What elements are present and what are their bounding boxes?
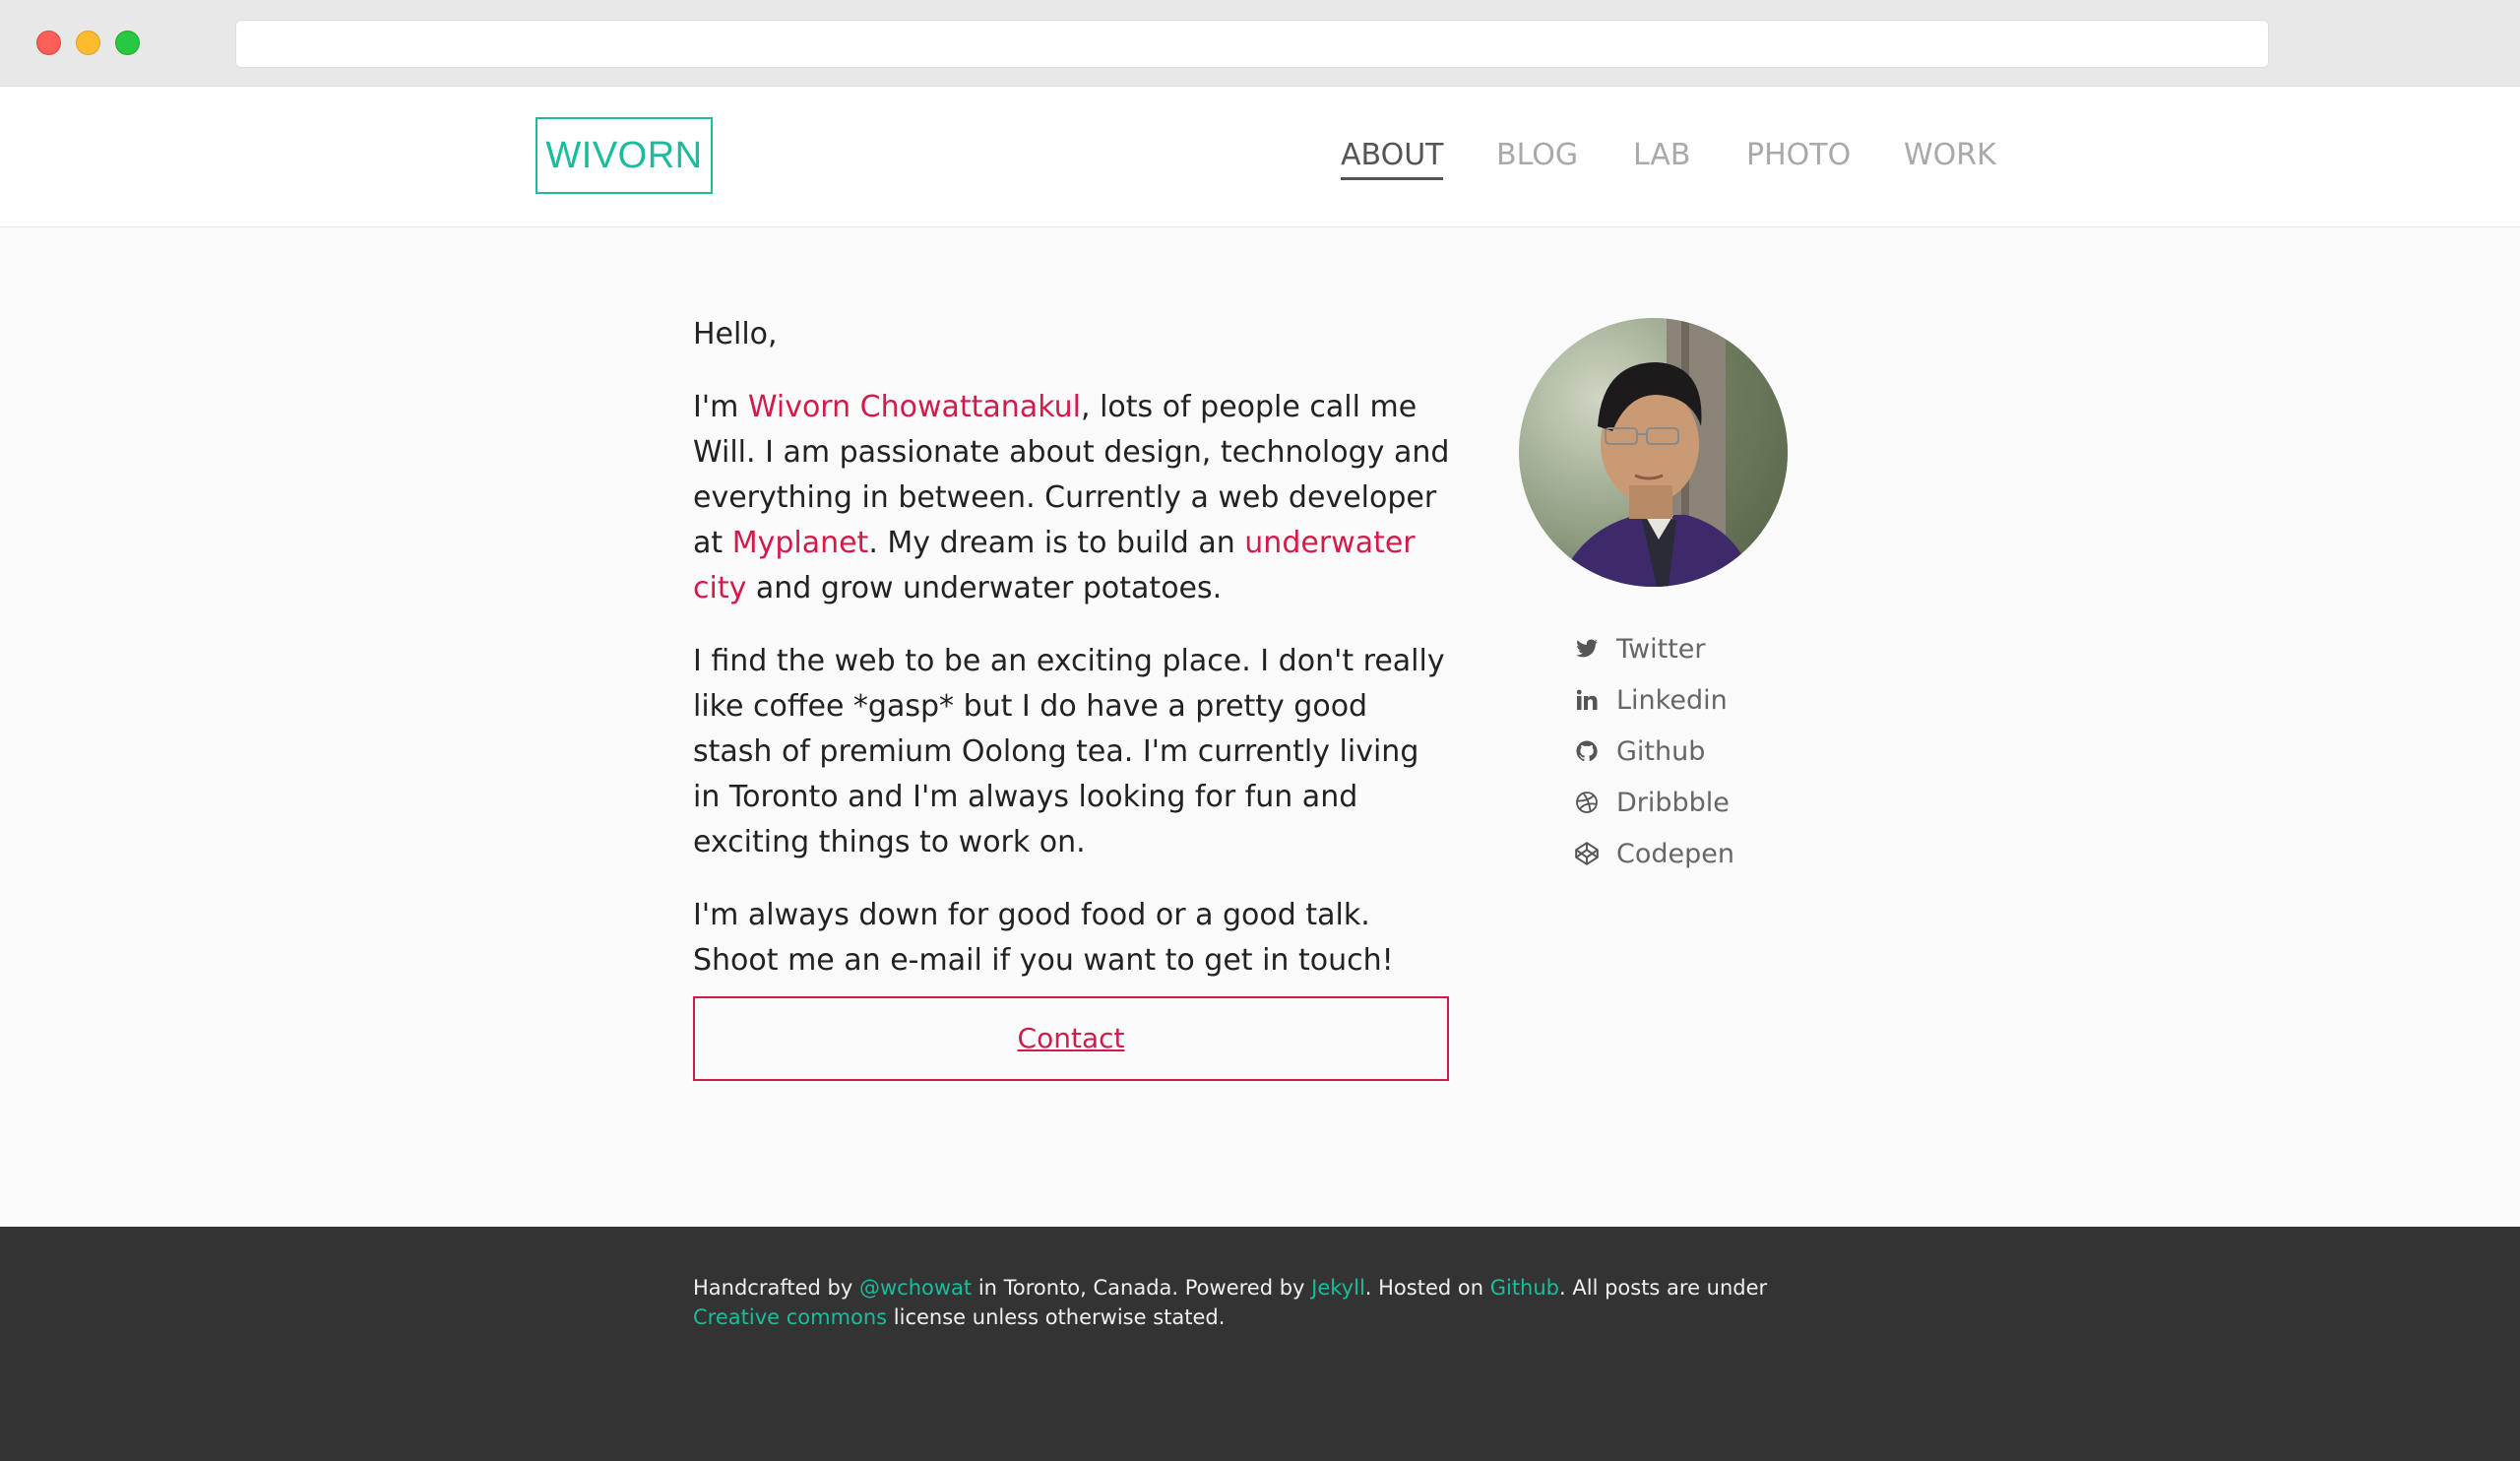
about-text: Hello, I'm Wivorn Chowattanakul, lots of…	[693, 312, 1451, 1011]
name-link[interactable]: Wivorn Chowattanakul	[748, 390, 1081, 424]
site-header: WIVORN ABOUT BLOG LAB PHOTO WORK	[0, 87, 2520, 227]
footer-segment: . All posts are under	[1559, 1276, 1768, 1300]
intro-text: and grow underwater potatoes.	[746, 571, 1223, 605]
linkedin-icon	[1573, 686, 1601, 714]
github-icon	[1573, 737, 1601, 765]
social-links: Twitter Linkedin Github Dribbble Codepen	[1573, 623, 1734, 879]
creative-commons-link[interactable]: Creative commons	[693, 1305, 887, 1329]
myplanet-link[interactable]: Myplanet	[732, 526, 869, 560]
intro-paragraph: I'm Wivorn Chowattanakul, lots of people…	[693, 385, 1451, 611]
social-github[interactable]: Github	[1573, 726, 1734, 777]
nav-blog[interactable]: BLOG	[1496, 138, 1578, 173]
main-content: Hello, I'm Wivorn Chowattanakul, lots of…	[0, 227, 2520, 1227]
nav-work[interactable]: WORK	[1904, 138, 1996, 173]
window-minimize-button[interactable]	[76, 31, 100, 55]
codepen-icon	[1573, 840, 1601, 867]
dribbble-icon	[1573, 789, 1601, 816]
avatar	[1519, 318, 1788, 587]
footer-text: Handcrafted by @wchowat in Toronto, Cana…	[693, 1273, 1845, 1332]
intro-text: I'm	[693, 390, 748, 424]
twitter-handle-link[interactable]: @wchowat	[859, 1276, 972, 1300]
footer-segment: in Toronto, Canada. Powered by	[972, 1276, 1312, 1300]
footer-segment: Handcrafted by	[693, 1276, 859, 1300]
window-close-button[interactable]	[36, 31, 61, 55]
social-label: Codepen	[1616, 838, 1734, 869]
twitter-icon	[1573, 635, 1601, 663]
social-label: Dribbble	[1616, 787, 1730, 818]
contact-button[interactable]: Contact	[693, 996, 1449, 1081]
intro-text: . My dream is to build an	[868, 526, 1245, 560]
window-maximize-button[interactable]	[115, 31, 140, 55]
contact-paragraph: I'm always down for good food or a good …	[693, 898, 1394, 978]
jekyll-link[interactable]: Jekyll	[1311, 1276, 1365, 1300]
social-linkedin[interactable]: Linkedin	[1573, 674, 1734, 726]
social-label: Twitter	[1616, 633, 1706, 665]
social-dribbble[interactable]: Dribbble	[1573, 777, 1734, 828]
web-paragraph: I find the web to be an exciting place. …	[693, 644, 1445, 859]
greeting: Hello,	[693, 317, 778, 351]
browser-chrome	[0, 0, 2520, 87]
footer-segment: . Hosted on	[1364, 1276, 1490, 1300]
social-label: Linkedin	[1616, 684, 1728, 716]
site-footer: Handcrafted by @wchowat in Toronto, Cana…	[0, 1227, 2520, 1461]
site-logo[interactable]: WIVORN	[536, 117, 713, 194]
nav-lab[interactable]: LAB	[1633, 138, 1691, 173]
address-bar[interactable]	[235, 20, 2269, 68]
social-label: Github	[1616, 735, 1706, 767]
social-twitter[interactable]: Twitter	[1573, 623, 1734, 674]
footer-segment: license unless otherwise stated.	[887, 1305, 1226, 1329]
nav-about[interactable]: ABOUT	[1341, 138, 1444, 180]
social-codepen[interactable]: Codepen	[1573, 828, 1734, 879]
avatar-photo	[1519, 318, 1788, 587]
nav-photo[interactable]: PHOTO	[1746, 138, 1851, 173]
github-link[interactable]: Github	[1490, 1276, 1559, 1300]
